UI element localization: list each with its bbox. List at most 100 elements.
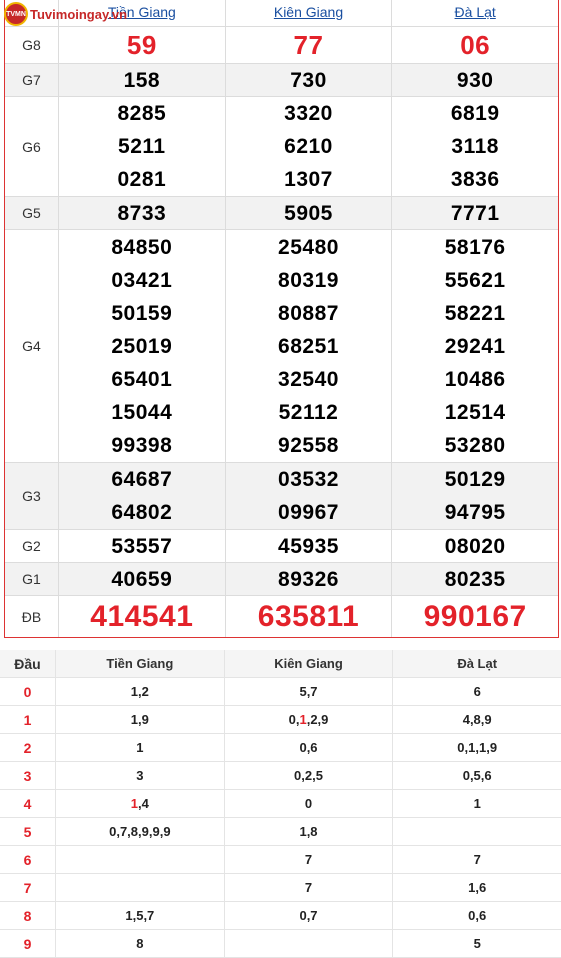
loto-digit: 1 bbox=[299, 712, 307, 727]
prize-label: ĐB bbox=[5, 596, 59, 637]
prize-row-đb: ĐB 414541 635811 990167 bbox=[5, 595, 558, 637]
loto-dau: 8 bbox=[23, 907, 32, 924]
loto-cell: 1,8 bbox=[223, 818, 393, 845]
loto-digit: 4 bbox=[141, 796, 149, 811]
loto-dau: 6 bbox=[23, 851, 32, 868]
logo-text: Tuvimoingay.vn bbox=[30, 6, 128, 22]
loto-cell: 1,4 bbox=[55, 790, 224, 817]
province-link[interactable]: Kiên Giang bbox=[274, 4, 343, 20]
loto-cell: 7 bbox=[392, 846, 561, 873]
loto-cell: 0,7,8,9,9,9 bbox=[55, 818, 224, 845]
prize-number: 5905 bbox=[284, 201, 333, 225]
loto-cell bbox=[55, 846, 224, 873]
prize-cell: 64687 64802 bbox=[59, 463, 226, 529]
loto-cell: 7 bbox=[223, 846, 393, 873]
prize-number: 0281 bbox=[117, 168, 167, 191]
loto-row: 41,401 bbox=[0, 790, 561, 818]
prize-cell: 5905 bbox=[226, 197, 393, 229]
loto-dau: 5 bbox=[23, 823, 32, 840]
prize-cell: 7771 bbox=[392, 197, 558, 229]
loto-digit: 2 bbox=[310, 712, 318, 727]
prize-number: 29241 bbox=[444, 334, 506, 358]
prize-number: 10486 bbox=[444, 367, 506, 391]
loto-row: 985 bbox=[0, 930, 561, 958]
prize-number: 64687 bbox=[111, 468, 173, 491]
prize-row-g1: G1 40659 89326 80235 bbox=[5, 562, 558, 595]
prize-number: 94795 bbox=[444, 501, 506, 524]
province-link[interactable]: Đà Lạt bbox=[455, 4, 496, 20]
loto-dau: 4 bbox=[23, 795, 32, 812]
prize-number: 89326 bbox=[278, 567, 339, 591]
header-province-cell: Đà Lạt bbox=[392, 0, 558, 26]
prize-number: 68251 bbox=[278, 334, 339, 358]
loto-cell: 0,1,2,9 bbox=[223, 706, 393, 733]
prize-number: 930 bbox=[456, 68, 494, 92]
loto-cell: 1,6 bbox=[392, 874, 561, 901]
site-logo[interactable]: TVMN Tuvimoingay.vn bbox=[4, 2, 127, 26]
loto-row: 2 1 0,6 0,1,1,9 bbox=[0, 734, 561, 762]
prize-number: 50159 bbox=[111, 301, 173, 325]
prize-number: 52112 bbox=[278, 400, 339, 424]
prize-number: 59 bbox=[126, 29, 157, 60]
loto-table: Đầu Tiền Giang Kiên Giang Đà Lạt 0 1,2 5,7 6 1 1,… bbox=[0, 650, 561, 958]
prize-number: 53557 bbox=[111, 534, 173, 558]
loto-row: 5 0,7,8,9,9,9 1,8 bbox=[0, 818, 561, 846]
prize-number: 8285 bbox=[117, 102, 167, 125]
prize-number: 03421 bbox=[111, 268, 173, 292]
prize-number: 92558 bbox=[278, 433, 339, 457]
prize-number: 50129 bbox=[444, 468, 506, 491]
prize-number: 8733 bbox=[117, 201, 167, 225]
prize-number: 158 bbox=[123, 68, 161, 92]
loto-header-province: Đà Lạt bbox=[392, 650, 561, 677]
prize-cell: 158 bbox=[59, 64, 226, 96]
loto-cell: 0,1,1,9 bbox=[392, 734, 561, 761]
prize-number: 1307 bbox=[284, 168, 333, 191]
loto-cell: 0,7 bbox=[223, 902, 393, 929]
prize-number: 990167 bbox=[423, 600, 527, 633]
loto-dau: 3 bbox=[23, 767, 32, 784]
prize-number: 730 bbox=[290, 68, 327, 92]
loto-row: 1 1,9 0, 1, 2, 9 4,8,9 bbox=[0, 706, 561, 734]
loto-dau: 1 bbox=[23, 711, 32, 728]
loto-header-dau: Đầu bbox=[14, 655, 41, 672]
loto-row: 3 3 0,2,5 0,5,6 bbox=[0, 762, 561, 790]
loto-dau: 0 bbox=[23, 683, 32, 700]
prize-label: G6 bbox=[5, 97, 59, 196]
prize-number: 65401 bbox=[111, 367, 173, 391]
prize-number: 06 bbox=[460, 29, 491, 60]
prize-cell: 990167 bbox=[392, 596, 558, 637]
prize-cell: 53557 bbox=[59, 530, 226, 562]
prize-number: 3836 bbox=[450, 168, 500, 191]
loto-cell: 0,5,6 bbox=[392, 762, 561, 789]
prize-number: 5211 bbox=[118, 135, 166, 158]
prize-number: 6819 bbox=[450, 102, 500, 125]
prize-label: G8 bbox=[5, 27, 59, 63]
loto-cell: 1 bbox=[55, 734, 224, 761]
prize-cell: 80235 bbox=[392, 563, 558, 595]
loto-cell: 4,8,9 bbox=[392, 706, 561, 733]
prize-cell: 3320 6210 1307 bbox=[226, 97, 393, 196]
prize-number: 53280 bbox=[444, 433, 506, 457]
loto-row: 8 1,5,7 0,7 0,6 bbox=[0, 902, 561, 930]
loto-cell bbox=[392, 818, 561, 845]
prize-number: 3320 bbox=[284, 102, 333, 125]
prize-label: G4 bbox=[5, 230, 59, 462]
prize-number: 55621 bbox=[444, 268, 506, 292]
prize-number: 25019 bbox=[111, 334, 173, 358]
prize-label: G5 bbox=[5, 197, 59, 229]
prize-number: 15044 bbox=[111, 400, 173, 424]
prize-number: 09967 bbox=[278, 501, 339, 524]
loto-row: 6 77 bbox=[0, 846, 561, 874]
prize-number: 80887 bbox=[278, 301, 339, 325]
prize-cell: 59 bbox=[59, 27, 226, 63]
loto-row: 7 7 1,6 bbox=[0, 874, 561, 902]
prize-cell: 635811 bbox=[226, 596, 393, 637]
loto-cell: 0,6 bbox=[392, 902, 561, 929]
prize-number: 25480 bbox=[278, 235, 339, 259]
prize-number: 414541 bbox=[90, 600, 194, 633]
prize-cell: 8733 bbox=[59, 197, 226, 229]
prize-cell: 25480 80319 80887 68251 32540 52112 92558 bbox=[226, 230, 393, 462]
prize-label: G7 bbox=[5, 64, 59, 96]
loto-dau: 2 bbox=[23, 739, 32, 756]
prize-number: 40659 bbox=[111, 567, 173, 591]
